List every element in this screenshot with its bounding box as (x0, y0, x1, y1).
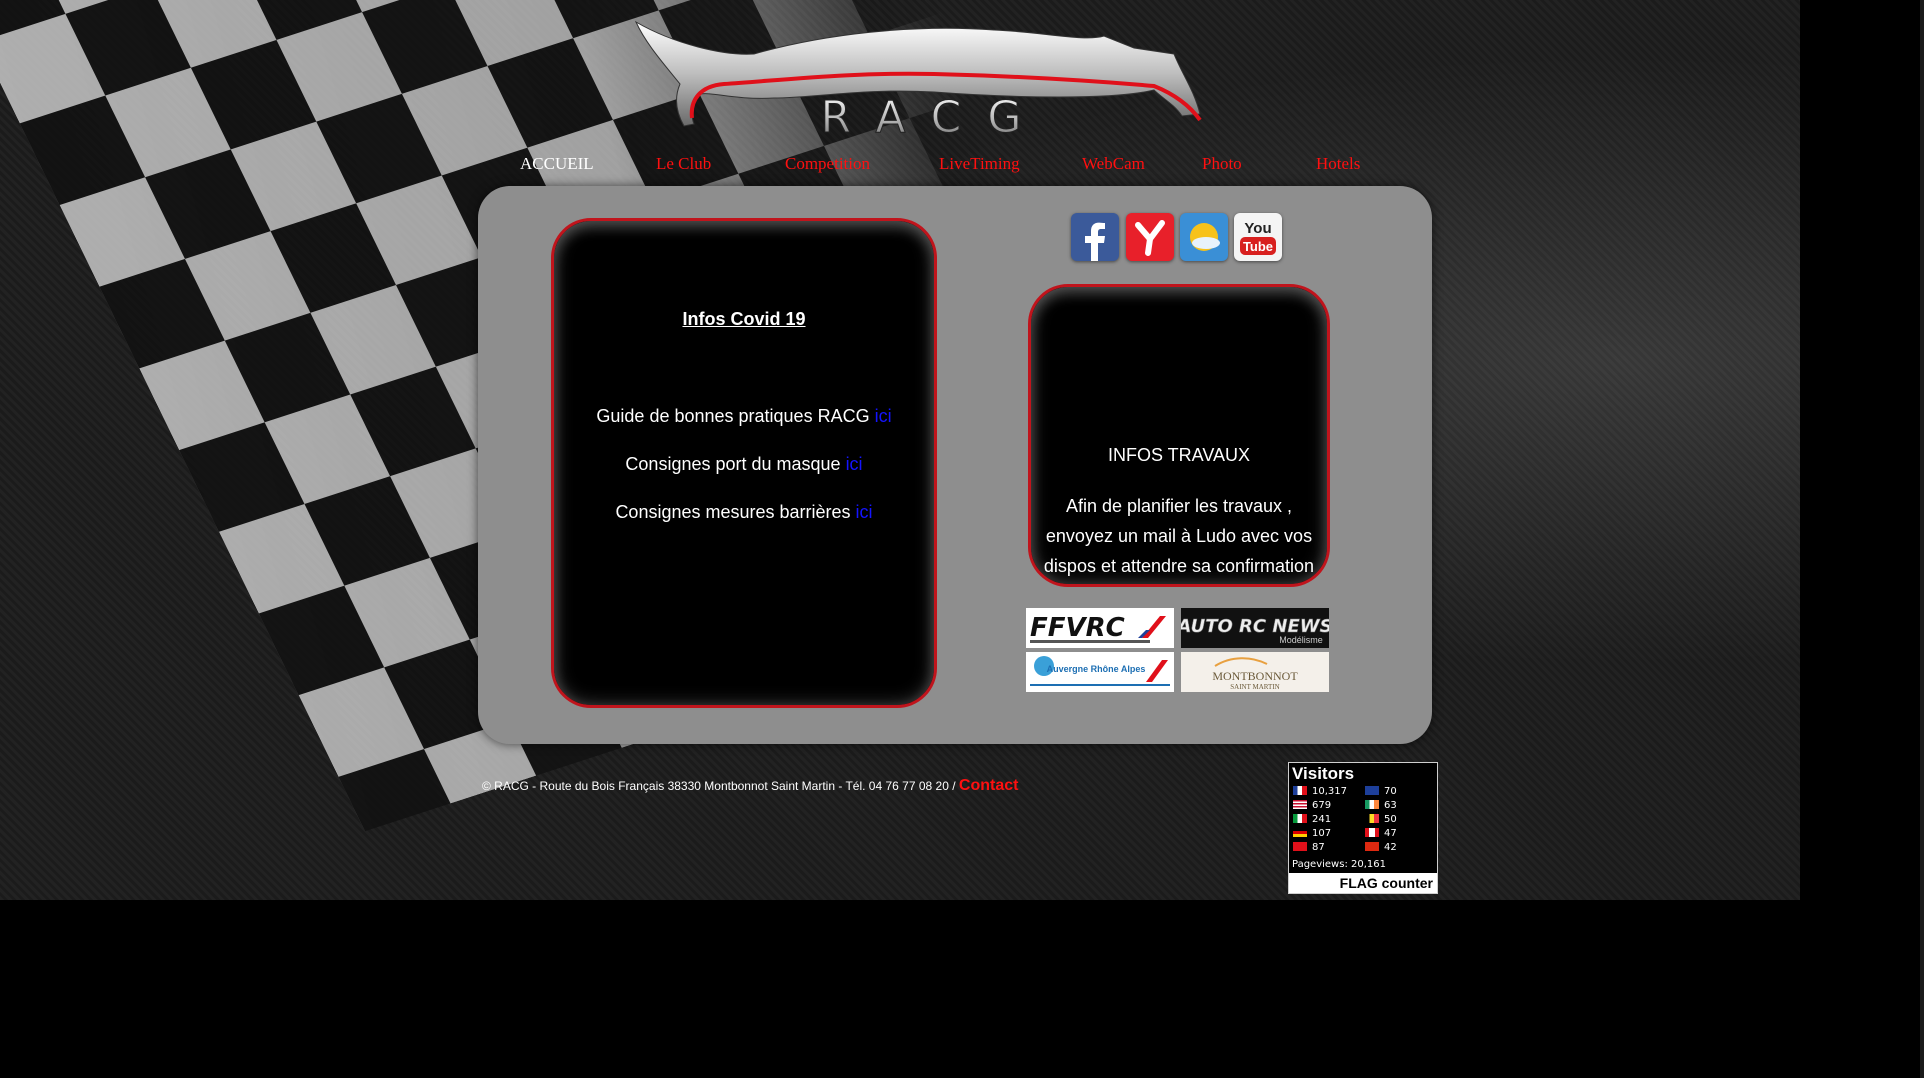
nav-item-competition[interactable]: Competition (785, 154, 870, 174)
covid-barrieres-link[interactable]: ici (856, 502, 873, 522)
flag-counter-row: 42 (1365, 842, 1397, 853)
pageviews-label: Pageviews: (1292, 859, 1348, 870)
montbonnot-logo[interactable]: MONTBONNOT SAINT MARTIN (1181, 652, 1329, 692)
ffvrc-logo-text: FFVRC (1030, 613, 1125, 643)
flag-counter-count: 241 (1312, 814, 1332, 825)
ireland-flag-icon (1365, 800, 1379, 809)
nav-item-photo[interactable]: Photo (1202, 154, 1242, 174)
travaux-title: INFOS TRAVAUX (1107, 445, 1251, 465)
flag-counter-count: 42 (1384, 842, 1397, 853)
travaux-text: Afin de planifier les travaux , envoyez … (1043, 496, 1315, 576)
canada-flag-icon (1365, 828, 1379, 837)
travaux-info-box: INFOS TRAVAUX Afin de planifier les trav… (1028, 284, 1330, 587)
germany-flag-icon (1293, 828, 1307, 837)
flag-counter-row: 70 (1365, 786, 1397, 797)
ffvrc-logo[interactable]: FFVRC (1026, 608, 1174, 648)
covid-masque-link[interactable]: ici (846, 454, 863, 474)
flag-counter-row: 50 (1365, 814, 1397, 825)
youtube-bottom-text: Tube (1243, 239, 1273, 254)
covid-line-text: Guide de bonnes pratiques RACG (596, 406, 875, 426)
flag-counter-count: 679 (1312, 800, 1332, 811)
facebook-icon[interactable] (1071, 213, 1119, 261)
flag-counter-row: 241 (1293, 814, 1331, 825)
youtube-icon[interactable]: You Tube (1234, 213, 1282, 261)
flag-counter-brand: FLAG counter (1289, 873, 1437, 893)
covid-line-masque: Consignes port du masque ici (554, 454, 934, 475)
nav-item-webcam[interactable]: WebCam (1082, 154, 1145, 174)
uk-flag-icon (1365, 786, 1379, 795)
racg-logo[interactable]: RACG (634, 14, 1210, 138)
flag-counter-widget[interactable]: Visitors 10,317 679 241 107 87 70 63 50 … (1288, 762, 1438, 894)
flag-counter-row: 87 (1293, 842, 1325, 853)
yoopa-icon[interactable] (1126, 213, 1174, 261)
flag-counter-row: 47 (1365, 828, 1397, 839)
belgium-flag-icon (1365, 814, 1379, 823)
flag-counter-count: 47 (1384, 828, 1397, 839)
covid-title: Infos Covid 19 (682, 309, 806, 329)
pageviews-value: 20,161 (1351, 859, 1387, 870)
flag-counter-row: 679 (1293, 800, 1331, 811)
montbonnot-logo-subtext: SAINT MARTIN (1230, 683, 1279, 691)
window-edge (1920, 0, 1924, 1078)
montbonnot-logo-text: MONTBONNOT (1212, 669, 1298, 683)
switzerland-flag-icon (1293, 842, 1307, 851)
flag-counter-row: 107 (1293, 828, 1331, 839)
china-flag-icon (1365, 842, 1379, 851)
france-flag-icon (1293, 786, 1307, 795)
nav-item-livetiming[interactable]: LiveTiming (939, 154, 1020, 174)
flag-counter-count: 63 (1384, 800, 1397, 811)
contact-link[interactable]: Contact (959, 777, 1019, 794)
flag-counter-count: 10,317 (1312, 786, 1347, 797)
autorc-news-logo[interactable]: AUTO RC NEWS Modélisme (1181, 608, 1329, 648)
covid-line-barrieres: Consignes mesures barrières ici (554, 502, 934, 523)
flag-counter-pageviews: Pageviews: 20,161 (1292, 859, 1386, 870)
autorc-logo-text: AUTO RC NEWS (1181, 616, 1329, 637)
usa-flag-icon (1293, 800, 1307, 809)
main-nav: ACCUEIL Le Club Competition LiveTiming W… (0, 154, 1800, 178)
nav-item-accueil[interactable]: ACCUEIL (520, 154, 594, 174)
covid-guide-link[interactable]: ici (875, 406, 892, 426)
flag-counter-count: 70 (1384, 786, 1397, 797)
nav-item-hotels[interactable]: Hotels (1316, 154, 1360, 174)
auvergne-rhone-alpes-logo[interactable]: Auvergne Rhône Alpes (1026, 652, 1174, 692)
flag-counter-count: 107 (1312, 828, 1332, 839)
footer-address: © RACG - Route du Bois Français 38330 Mo… (482, 777, 1018, 795)
aura-logo-text: Auvergne Rhône Alpes (1047, 664, 1146, 674)
covid-line-text: Consignes port du masque (625, 454, 846, 474)
autorc-logo-subtext: Modélisme (1279, 635, 1323, 645)
italy-flag-icon (1293, 814, 1307, 823)
flag-counter-title: Visitors (1292, 764, 1355, 783)
covid-line-text: Consignes mesures barrières (615, 502, 856, 522)
flag-counter-row: 63 (1365, 800, 1397, 811)
covid-info-box: Infos Covid 19 Guide de bonnes pratiques… (551, 218, 937, 708)
flag-counter-count: 87 (1312, 842, 1325, 853)
flag-counter-row: 10,317 (1293, 786, 1347, 797)
covid-line-guide: Guide de bonnes pratiques RACG ici (554, 406, 934, 427)
weather-icon[interactable] (1180, 213, 1228, 261)
youtube-top-text: You (1244, 220, 1271, 237)
footer-address-text: © RACG - Route du Bois Français 38330 Mo… (482, 779, 959, 793)
nav-item-le-club[interactable]: Le Club (656, 154, 711, 174)
flag-counter-count: 50 (1384, 814, 1397, 825)
logo-text: RACG (821, 92, 1048, 138)
